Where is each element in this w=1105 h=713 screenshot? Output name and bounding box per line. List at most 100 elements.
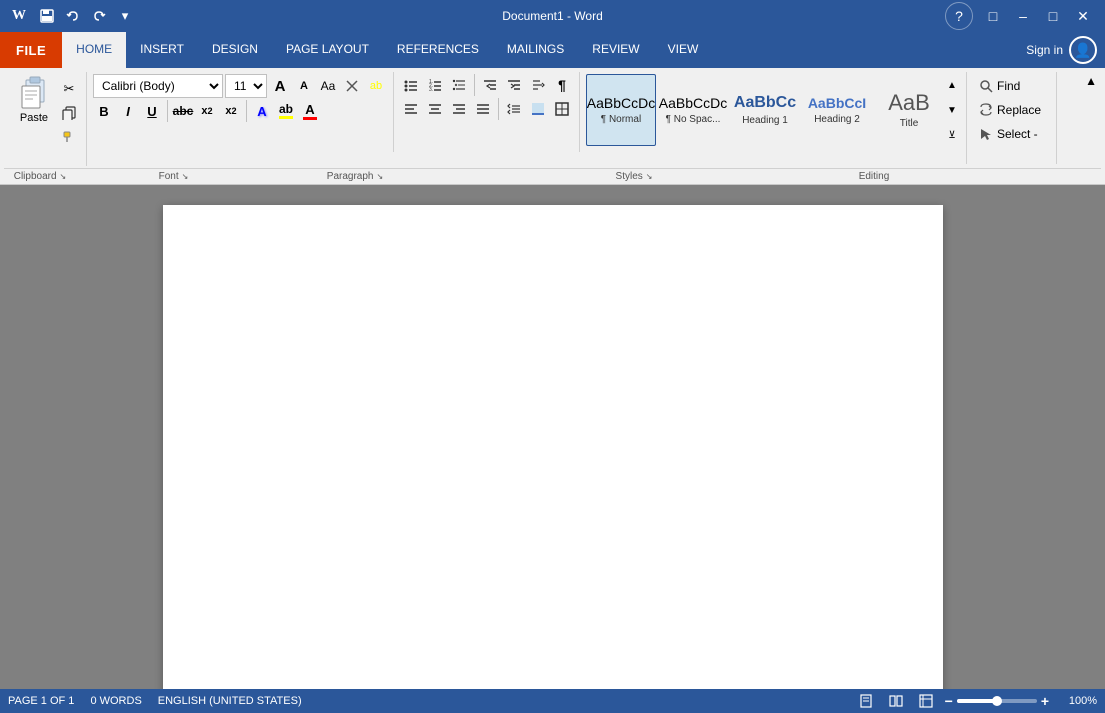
window-title: Document1 - Word [502,9,602,23]
zoom-track[interactable] [957,699,1037,703]
ribbon: Paste ✂ [0,68,1105,185]
sort-btn[interactable] [527,74,549,96]
tab-review[interactable]: REVIEW [578,32,653,68]
ribbon-labels: Clipboard ↘ Font ↘ Paragraph ↘ Styles ↘ … [4,168,1101,184]
sign-in-btn[interactable]: Sign in 👤 [1026,36,1097,64]
close-btn[interactable]: ✕ [1069,2,1097,30]
zoom-minus-btn[interactable]: − [945,693,953,709]
line-spacing-btn[interactable] [503,98,525,120]
editing-group: Find Replace Select - [967,72,1057,164]
style-no-spacing[interactable]: AaBbCcDc ¶ No Spac... [658,74,728,146]
cut-btn[interactable]: ✂ [58,78,80,100]
tab-home[interactable]: HOME [62,32,126,68]
find-btn[interactable]: Find [973,74,1026,98]
tab-references[interactable]: REFERENCES [383,32,493,68]
text-highlight-color-btn[interactable]: ab [275,100,297,122]
styles-more[interactable]: ⊻ [944,124,960,146]
font-row1: Calibri (Body) 11 A A Aa ab [93,74,387,98]
web-layout-btn[interactable] [915,690,937,712]
increase-indent-btn[interactable] [503,74,525,96]
font-color-btn[interactable]: A [299,100,321,122]
zoom-plus-btn[interactable]: + [1041,693,1049,709]
save-quick-btn[interactable] [36,5,58,27]
word-icon[interactable]: W [8,5,30,27]
clipboard-expand[interactable]: ↘ [60,172,67,181]
document-page[interactable] [163,205,943,689]
paste-btn[interactable]: Paste [10,74,58,126]
change-case-btn[interactable]: Aa [317,75,339,97]
editing-label: Editing [829,169,919,184]
quick-access-toolbar: ▾ [36,5,136,27]
style-title-label: Title [900,118,919,129]
show-hide-btn[interactable]: ¶ [551,74,573,96]
restore-btn[interactable]: □ [979,2,1007,30]
file-tab[interactable]: FILE [0,32,62,68]
underline-btn[interactable]: U [141,100,163,122]
styles-scroll-up[interactable]: ▲ [944,74,960,96]
ribbon-collapse-btn[interactable]: ▲ [1081,72,1101,90]
minimize-btn[interactable]: – [1009,2,1037,30]
tab-mailings[interactable]: MAILINGS [493,32,578,68]
styles-expand[interactable]: ↘ [646,172,653,181]
tab-page-layout[interactable]: PAGE LAYOUT [272,32,383,68]
font-name-select[interactable]: Calibri (Body) [93,74,223,98]
title-bar: W ▾ Document1 - Word ? □ – □ ✕ [0,0,1105,32]
shrink-font-btn[interactable]: A [293,75,315,97]
zoom-level: 100% [1057,695,1097,707]
align-right-btn[interactable] [448,98,470,120]
paragraph-expand[interactable]: ↘ [377,172,384,181]
select-btn[interactable]: Select - [973,122,1044,146]
style-no-spacing-label: ¶ No Spac... [666,114,721,125]
center-btn[interactable] [424,98,446,120]
replace-btn[interactable]: Replace [973,98,1047,122]
style-normal[interactable]: AaBbCcDc ¶ Normal [586,74,656,146]
maximize-btn[interactable]: □ [1039,2,1067,30]
text-highlight-btn[interactable]: ab [365,75,387,97]
tab-view[interactable]: VIEW [654,32,713,68]
grow-font-btn[interactable]: A [269,75,291,97]
print-layout-btn[interactable] [855,690,877,712]
subscript-btn[interactable]: x2 [196,100,218,122]
style-heading2-label: Heading 2 [814,114,860,125]
shading-btn[interactable] [527,98,549,120]
style-heading1[interactable]: AaBbCc Heading 1 [730,74,800,146]
font-expand[interactable]: ↘ [182,172,189,181]
bullets-btn[interactable] [400,74,422,96]
document-area[interactable] [0,185,1105,689]
help-btn[interactable]: ? [945,2,973,30]
align-left-btn[interactable] [400,98,422,120]
style-title[interactable]: AaB Title [874,74,944,146]
strikethrough-btn[interactable]: abc [172,100,194,122]
text-effects-btn[interactable]: A [251,100,273,122]
style-heading2-preview: AaBbCcI [808,96,866,110]
clear-formatting-btn[interactable] [341,75,363,97]
customize-quick-btn[interactable]: ▾ [114,5,136,27]
decrease-indent-btn[interactable] [479,74,501,96]
borders-btn[interactable] [551,98,573,120]
font-size-select[interactable]: 11 [225,74,267,98]
page-info: PAGE 1 OF 1 [8,695,74,707]
clipboard-small-btns: ✂ [58,74,80,148]
italic-btn[interactable]: I [117,100,139,122]
style-title-preview: AaB [888,92,930,114]
read-mode-btn[interactable] [885,690,907,712]
menu-bar: FILE HOME INSERT DESIGN PAGE LAYOUT REFE… [0,32,1105,68]
style-heading2[interactable]: AaBbCcI Heading 2 [802,74,872,146]
tab-design[interactable]: DESIGN [198,32,272,68]
redo-quick-btn[interactable] [88,5,110,27]
status-right: − + 100% [855,690,1097,712]
superscript-btn[interactable]: x2 [220,100,242,122]
justify-btn[interactable] [472,98,494,120]
bold-btn[interactable]: B [93,100,115,122]
font-group: Calibri (Body) 11 A A Aa ab B I U [87,72,394,152]
undo-quick-btn[interactable] [62,5,84,27]
zoom-thumb[interactable] [992,696,1002,706]
styles-scroll-down[interactable]: ▼ [944,99,960,121]
copy-btn[interactable] [58,102,80,124]
format-painter-btn[interactable] [58,126,80,148]
multilevel-btn[interactable] [448,74,470,96]
svg-text:3.: 3. [429,87,433,92]
numbering-btn[interactable]: 1.2.3. [424,74,446,96]
tab-insert[interactable]: INSERT [126,32,198,68]
title-bar-controls: ? □ – □ ✕ [945,2,1097,30]
